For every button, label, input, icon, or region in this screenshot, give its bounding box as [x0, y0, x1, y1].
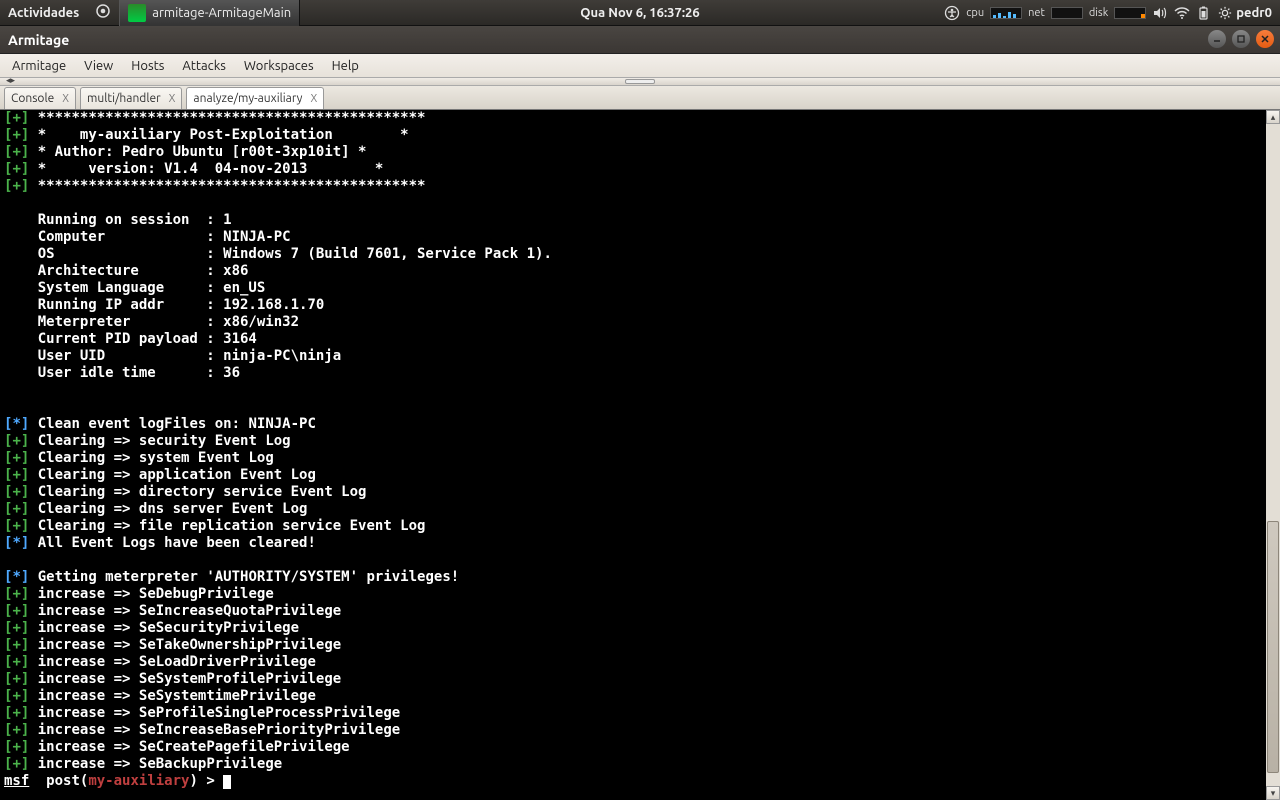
user-menu[interactable]: pedr0 [1218, 6, 1272, 20]
scroll-up-button[interactable]: ▴ [1266, 110, 1280, 124]
tab-label: multi/handler [87, 92, 161, 105]
scroll-track[interactable] [1266, 124, 1280, 786]
activities-button[interactable]: Actividades [0, 6, 87, 20]
menu-armitage[interactable]: Armitage [4, 59, 74, 73]
console-output[interactable]: [+] ************************************… [0, 110, 1266, 800]
scroll-thumb[interactable] [1267, 521, 1279, 773]
tab-analyze-my-auxiliary[interactable]: analyze/my-auxiliary X [186, 87, 324, 109]
net-indicator[interactable]: net [1028, 7, 1083, 19]
dash-menu-icon[interactable] [87, 3, 119, 22]
tab-label: analyze/my-auxiliary [193, 92, 302, 105]
maximize-icon [1236, 34, 1246, 44]
menu-help[interactable]: Help [324, 59, 367, 73]
system-topbar: Actividades armitage-ArmitageMain Qua No… [0, 0, 1280, 26]
tab-close-icon[interactable]: X [310, 93, 317, 105]
console-panel: [+] ************************************… [0, 110, 1280, 800]
menu-view[interactable]: View [76, 59, 121, 73]
close-icon [1260, 34, 1270, 44]
taskbar-app-label: armitage-ArmitageMain [152, 6, 291, 20]
menu-workspaces[interactable]: Workspaces [236, 59, 322, 73]
split-divider[interactable]: ◂▸ [0, 78, 1280, 86]
app-menubar: Armitage View Hosts Attacks Workspaces H… [0, 54, 1280, 78]
tab-close-icon[interactable]: X [62, 93, 69, 105]
disk-indicator[interactable]: disk [1089, 7, 1146, 19]
gear-icon [1218, 6, 1232, 20]
username-label: pedr0 [1236, 6, 1272, 20]
volume-icon[interactable] [1152, 5, 1168, 21]
console-scrollbar[interactable]: ▴ ▾ [1266, 110, 1280, 800]
pane-collapse-arrow-icon[interactable]: ◂▸ [6, 75, 15, 86]
window-title: Armitage [8, 32, 69, 48]
tab-label: Console [11, 92, 54, 105]
maximize-button[interactable] [1232, 30, 1250, 48]
minimize-icon [1212, 34, 1222, 44]
armitage-app-icon [128, 4, 146, 22]
menu-attacks[interactable]: Attacks [174, 59, 234, 73]
tab-console[interactable]: Console X [4, 87, 76, 109]
cpu-indicator[interactable]: cpu [966, 7, 1022, 19]
circle-radial-icon [95, 3, 111, 19]
tabstrip: Console X multi/handler X analyze/my-aux… [0, 86, 1280, 110]
window-titlebar[interactable]: Armitage [0, 26, 1280, 54]
minimize-button[interactable] [1208, 30, 1226, 48]
scroll-down-button[interactable]: ▾ [1266, 786, 1280, 800]
taskbar-app[interactable]: armitage-ArmitageMain [119, 0, 300, 26]
accessibility-icon[interactable] [944, 5, 960, 21]
close-button[interactable] [1256, 30, 1274, 48]
tab-close-icon[interactable]: X [169, 93, 176, 105]
battery-icon[interactable] [1196, 5, 1212, 21]
clock[interactable]: Qua Nov 6, 16:37:26 [580, 6, 699, 20]
wifi-icon[interactable] [1174, 5, 1190, 21]
split-handle-icon[interactable] [625, 79, 655, 84]
tab-multi-handler[interactable]: multi/handler X [80, 87, 182, 109]
menu-hosts[interactable]: Hosts [123, 59, 172, 73]
